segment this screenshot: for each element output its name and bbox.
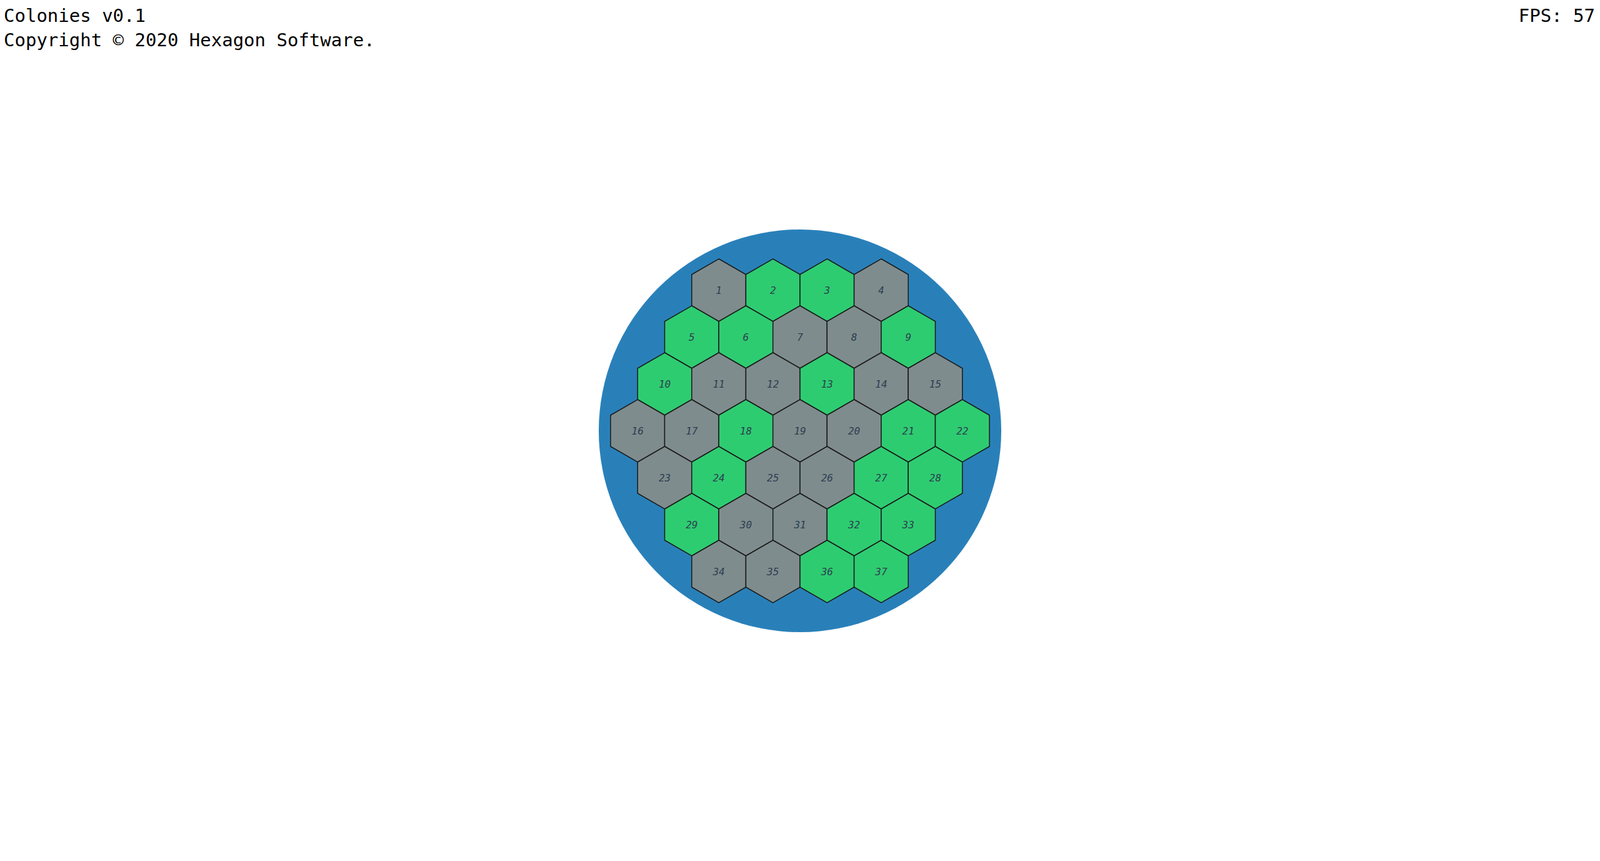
hex-number: 25 [766, 471, 779, 484]
hex-number: 14 [875, 377, 887, 390]
hex-number: 29 [685, 518, 698, 530]
hex-number: 19 [793, 424, 806, 437]
hex-number: 33 [901, 518, 915, 530]
hex-number: 37 [874, 565, 888, 577]
ocean [598, 229, 1002, 632]
hex-number: 3 [823, 283, 830, 296]
hud: Colonies v0.1Copyright © 2020 Hexagon So… [0, 0, 1600, 53]
hex-number: 8 [851, 330, 858, 343]
hex-shape[interactable] [745, 540, 800, 603]
hex-number: 32 [847, 518, 860, 530]
hex-number: 9 [905, 330, 912, 343]
hex-tile[interactable]: 37 [854, 540, 909, 603]
hex-number: 15 [929, 377, 942, 390]
hex-number: 10 [658, 377, 671, 390]
hex-number: 28 [929, 471, 942, 484]
game-title: Colonies v0.1 [3, 3, 375, 29]
hex-number: 35 [766, 565, 779, 577]
hex-number: 7 [796, 330, 804, 343]
hex-number: 18 [740, 424, 752, 437]
hex-number: 36 [820, 565, 834, 577]
hex-number: 1 [715, 283, 722, 296]
hex-board[interactable]: 1234567891011121314151617181920212223242… [581, 211, 1019, 650]
hex-number: 23 [658, 471, 671, 484]
hex-number: 24 [712, 471, 725, 484]
hex-number: 16 [631, 424, 644, 437]
hex-number: 13 [821, 377, 834, 390]
hex-number: 5 [688, 330, 695, 343]
hex-number: 4 [878, 283, 885, 296]
hex-number: 2 [770, 283, 777, 296]
hex-shape[interactable] [800, 540, 855, 603]
hex-tile[interactable]: 34 [691, 540, 747, 603]
game-info: Colonies v0.1Copyright © 2020 Hexagon So… [3, 3, 375, 53]
hex-number: 12 [766, 377, 779, 390]
hex-number: 34 [711, 565, 725, 577]
hex-tile[interactable]: 36 [800, 540, 855, 603]
hex-number: 20 [848, 424, 860, 437]
hex-number: 11 [712, 377, 725, 390]
hex-number: 31 [793, 518, 806, 530]
hex-number: 6 [743, 330, 750, 343]
hex-shape[interactable] [691, 540, 747, 603]
hex-tile[interactable]: 35 [745, 540, 800, 603]
hex-number: 27 [875, 471, 888, 484]
hex-number: 22 [956, 424, 969, 437]
fps-counter: FPS: 57 [1518, 3, 1595, 29]
hex-number: 17 [685, 424, 699, 437]
hex-number: 30 [739, 518, 752, 530]
game-canvas[interactable]: Colonies v0.1Copyright © 2020 Hexagon So… [0, 0, 1600, 861]
hex-number: 21 [902, 424, 915, 437]
copyright-text: Copyright © 2020 Hexagon Software. [3, 28, 375, 53]
hex-number: 26 [821, 471, 834, 484]
hex-shape[interactable] [854, 540, 909, 603]
